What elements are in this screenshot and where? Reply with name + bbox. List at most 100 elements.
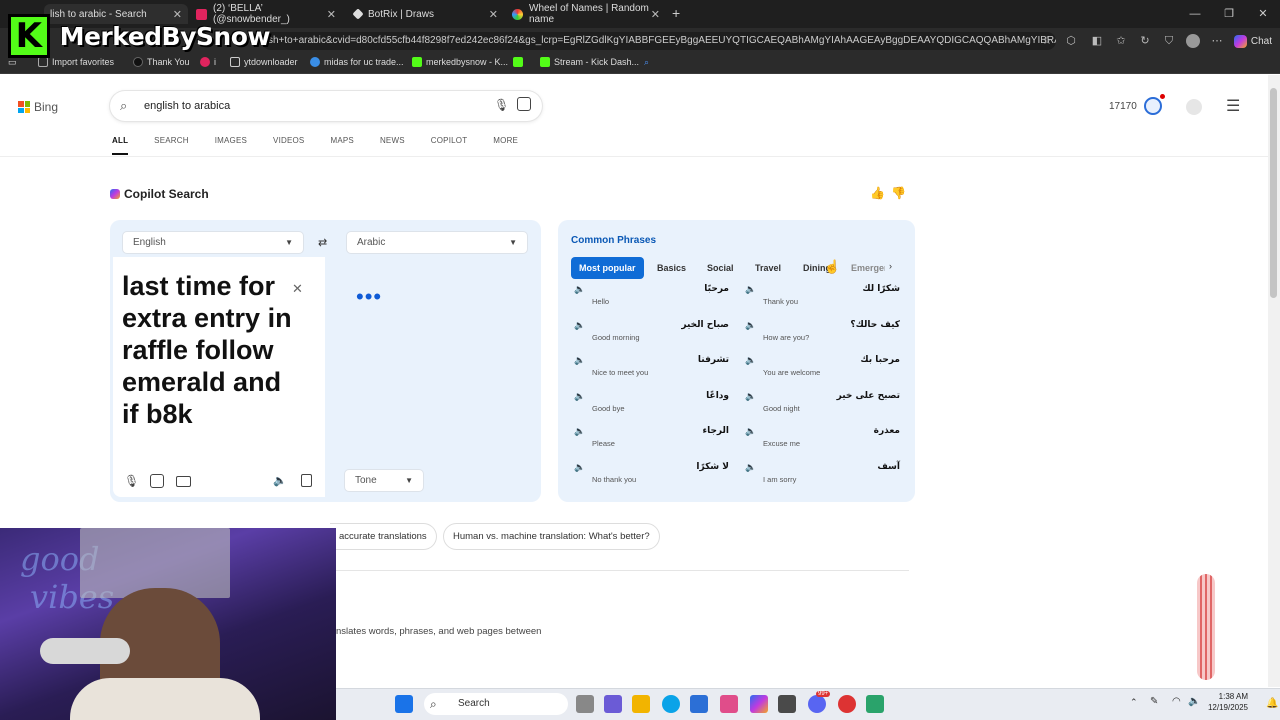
- store-icon[interactable]: [690, 695, 708, 713]
- account-icon[interactable]: [1186, 99, 1202, 115]
- teams-icon[interactable]: [604, 695, 622, 713]
- bookmark-kick[interactable]: [513, 57, 523, 67]
- pen-icon[interactable]: ✎: [1150, 696, 1158, 707]
- bookmark-import[interactable]: Import favorites: [38, 57, 114, 67]
- tab-more[interactable]: MORE: [493, 136, 518, 155]
- related-chip[interactable]: accurate translations: [330, 523, 437, 550]
- app-icon[interactable]: [778, 695, 796, 713]
- tab-botrix[interactable]: BotRix | Draws ✕: [348, 4, 504, 24]
- bookmarks-menu-icon[interactable]: ▭: [8, 57, 17, 68]
- phrase-item[interactable]: 🔈 كيف حالك؟ How are you?: [745, 320, 900, 350]
- phrase-item[interactable]: 🔈 وداعًا Good bye: [574, 391, 729, 421]
- phrase-item[interactable]: 🔈 صباح الخير Good morning: [574, 320, 729, 350]
- history-icon[interactable]: ↻: [1138, 34, 1152, 48]
- restore-icon[interactable]: ❐: [1212, 0, 1246, 28]
- search-input[interactable]: english to arabica: [144, 100, 230, 112]
- speaker-icon[interactable]: 🔈: [745, 320, 756, 331]
- start-icon[interactable]: [395, 695, 413, 713]
- speaker-icon[interactable]: 🔈: [745, 426, 756, 437]
- chevron-up-icon[interactable]: ⌃: [1130, 697, 1138, 708]
- close-icon[interactable]: ✕: [651, 8, 660, 21]
- discord-icon[interactable]: [808, 695, 826, 713]
- shield-icon[interactable]: ⛉: [1162, 34, 1176, 48]
- phrase-item[interactable]: 🔈 شكرًا لك Thank you: [745, 284, 900, 314]
- tab-images[interactable]: IMAGES: [215, 136, 247, 155]
- chevron-right-icon[interactable]: ›: [889, 261, 892, 271]
- phrase-item[interactable]: 🔈 لا شكرًا No thank you: [574, 462, 729, 492]
- task-view-icon[interactable]: [576, 695, 594, 713]
- profile-icon[interactable]: [1186, 34, 1200, 48]
- microphone-icon[interactable]: 🎙: [124, 474, 139, 488]
- thumbs-up-icon[interactable]: 👍: [870, 186, 885, 200]
- thumbs-down-icon[interactable]: 👎: [891, 186, 906, 200]
- close-icon[interactable]: ✕: [327, 8, 336, 21]
- volume-icon[interactable]: 🔈: [1188, 696, 1200, 707]
- bookmark-midas[interactable]: midas for uc trade...: [310, 57, 404, 67]
- app-icon[interactable]: [838, 695, 856, 713]
- rewards-icon[interactable]: [1144, 97, 1162, 115]
- source-language-select[interactable]: English ▼: [122, 231, 304, 254]
- target-language-select[interactable]: Arabic ▼: [346, 231, 528, 254]
- speaker-icon[interactable]: 🔈: [574, 462, 585, 473]
- clear-text-icon[interactable]: ✕: [292, 281, 303, 297]
- camera-input-icon[interactable]: [150, 474, 164, 488]
- tab-wheel[interactable]: Wheel of Names | Random name ✕: [506, 3, 666, 25]
- phrase-item[interactable]: 🔈 مرحبا بك You are welcome: [745, 355, 900, 385]
- tab-emergency[interactable]: Emergen: [851, 257, 885, 279]
- system-clock[interactable]: 1:38 AM 12/19/2025: [1208, 691, 1248, 713]
- bing-logo[interactable]: Bing: [18, 100, 58, 114]
- copilot-icon[interactable]: [750, 695, 768, 713]
- close-icon[interactable]: ✕: [489, 8, 498, 21]
- speaker-icon[interactable]: 🔈: [745, 391, 756, 402]
- tab-videos[interactable]: VIDEOS: [273, 136, 304, 155]
- tab-maps[interactable]: MAPS: [330, 136, 353, 155]
- copilot-chat-button[interactable]: Chat: [1233, 32, 1272, 50]
- tab-social[interactable]: Social: [707, 257, 734, 279]
- bookmark-ytdownloader[interactable]: ytdownloader: [230, 57, 298, 67]
- speaker-icon[interactable]: 🔈: [745, 355, 756, 366]
- app-icon[interactable]: [720, 695, 738, 713]
- speaker-icon[interactable]: 🔈: [574, 355, 585, 366]
- tab-most-popular[interactable]: Most popular: [571, 257, 644, 279]
- speaker-icon[interactable]: 🔈: [574, 284, 585, 295]
- close-window-icon[interactable]: ✕: [1246, 0, 1280, 28]
- keyboard-icon[interactable]: [176, 476, 191, 487]
- phrase-item[interactable]: 🔈 تشرفنا Nice to meet you: [574, 355, 729, 385]
- swap-languages-icon[interactable]: ⇄: [318, 236, 327, 249]
- taskbar-search[interactable]: ⌕ Search: [424, 693, 568, 715]
- phrase-item[interactable]: 🔈 تصبح على خير Good night: [745, 391, 900, 421]
- phrase-item[interactable]: 🔈 مرحبًا Hello: [574, 284, 729, 314]
- visual-search-icon[interactable]: [517, 97, 531, 111]
- new-tab-icon[interactable]: +: [672, 5, 680, 21]
- more-icon[interactable]: ⋯: [1210, 34, 1224, 48]
- tab-copilot[interactable]: COPILOT: [431, 136, 468, 155]
- split-icon[interactable]: ◧: [1090, 34, 1104, 48]
- menu-icon[interactable]: ☰: [1226, 96, 1240, 116]
- copy-icon[interactable]: [301, 474, 312, 487]
- tab-basics[interactable]: Basics: [657, 257, 686, 279]
- tab-travel[interactable]: Travel: [755, 257, 781, 279]
- tone-select[interactable]: Tone ▼: [344, 469, 424, 492]
- tab-all[interactable]: ALL: [112, 136, 129, 155]
- favorites-icon[interactable]: ✩: [1114, 34, 1128, 48]
- microphone-icon[interactable]: 🎙: [494, 98, 509, 112]
- speaker-icon[interactable]: 🔈: [745, 284, 756, 295]
- rewards-points[interactable]: 17170: [1109, 101, 1137, 112]
- speaker-icon[interactable]: 🔈: [574, 320, 585, 331]
- explorer-icon[interactable]: [632, 695, 650, 713]
- notepad-icon[interactable]: [866, 695, 884, 713]
- bookmark-stream[interactable]: Stream - Kick Dash...: [540, 57, 639, 67]
- search-box[interactable]: ⌕ english to arabica 🎙: [110, 91, 542, 121]
- star-icon[interactable]: ☆: [1040, 34, 1054, 48]
- source-text[interactable]: last time for extra entry in raffle foll…: [122, 270, 302, 430]
- search-bookmark-icon[interactable]: ⌕: [644, 57, 649, 68]
- speaker-icon[interactable]: 🔈: [745, 462, 756, 473]
- speaker-icon[interactable]: 🔈: [574, 426, 585, 437]
- tab-news[interactable]: NEWS: [380, 136, 405, 155]
- wifi-icon[interactable]: ◠: [1172, 696, 1181, 707]
- edge-icon[interactable]: [662, 695, 680, 713]
- bookmark-i[interactable]: i: [200, 57, 216, 67]
- scrollbar-thumb[interactable]: [1270, 88, 1277, 298]
- speaker-icon[interactable]: 🔈: [273, 474, 287, 487]
- tab-search[interactable]: SEARCH: [154, 136, 189, 155]
